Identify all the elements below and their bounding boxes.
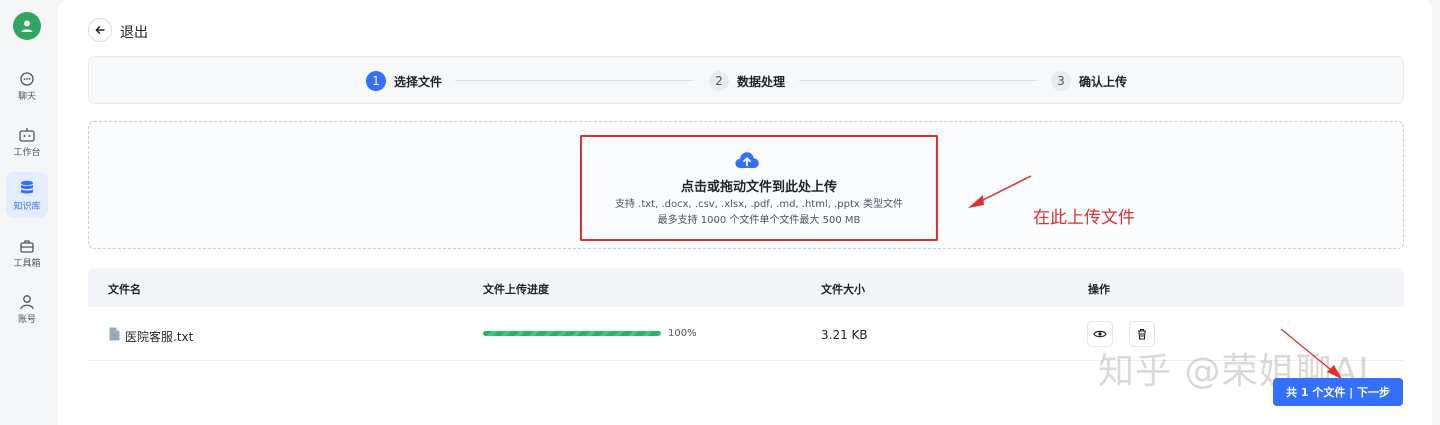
back-button[interactable] [88,18,112,42]
upload-limits: 最多支持 1000 个文件单个文件最大 500 MB [657,215,861,226]
step-label: 选择文件 [394,74,443,89]
step-3: 3 确认上传 [1051,71,1127,91]
file-icon [109,327,120,341]
toolbox-icon [20,239,34,253]
sidebar-item-knowledge-base[interactable]: 知识库 [6,172,48,218]
cloud-upload-icon [735,152,759,168]
main-panel: 退出 1 选择文件 2 数据处理 3 确认上传 点击或拖动文件到此处上传 支持 … [58,0,1432,425]
step-number: 3 [1051,71,1071,91]
exit-label[interactable]: 退出 [120,22,148,42]
sidebar-item-label: 聊天 [17,91,36,102]
robot-icon [19,127,35,142]
annotation-arrow-icon [968,175,1032,208]
eye-icon [1093,330,1107,338]
database-icon [21,180,33,193]
step-connector [455,80,693,81]
step-connector [799,80,1037,81]
user-avatar-icon [21,20,33,32]
trash-icon [1138,328,1146,340]
sidebar-item-account[interactable]: 账号 [6,286,48,332]
chat-icon [20,71,34,86]
file-table-header: 文件名 文件上传进度 文件大小 操作 [88,268,1404,307]
avatar[interactable] [13,12,41,40]
column-header-size: 文件大小 [821,283,865,296]
sidebar: 聊天 工作台 知识库 工具箱 账号 [0,0,56,425]
step-1: 1 选择文件 [366,71,442,91]
sidebar-item-label: 知识库 [13,201,41,212]
step-label: 数据处理 [737,74,786,89]
annotation-arrow-icon [1280,328,1342,379]
upload-title: 点击或拖动文件到此处上传 [680,180,837,195]
step-label: 确认上传 [1079,74,1128,89]
progress-percent: 100% [668,328,697,339]
sidebar-item-chat[interactable]: 聊天 [6,63,48,109]
arrow-left-icon [95,26,105,34]
file-size: 3.21 KB [821,328,868,342]
column-header-progress: 文件上传进度 [483,283,549,296]
column-header-name: 文件名 [108,283,141,296]
sidebar-item-label: 账号 [17,314,36,325]
next-step-button[interactable]: 共 1 个文件 | 下一步 [1273,378,1403,406]
sidebar-item-label: 工作台 [13,147,41,158]
sidebar-item-toolbox[interactable]: 工具箱 [6,230,48,276]
step-number: 1 [366,71,386,91]
step-2: 2 数据处理 [709,71,785,91]
sidebar-item-workbench[interactable]: 工作台 [6,119,48,165]
sidebar-item-label: 工具箱 [13,258,41,269]
step-indicator: 1 选择文件 2 数据处理 3 确认上传 [88,56,1404,104]
user-icon [20,294,34,309]
column-header-actions: 操作 [1088,283,1110,296]
file-name: 医院客服.txt [125,330,194,344]
upload-formats: 支持 .txt, .docx, .csv, .xlsx, .pdf, .md, … [615,199,903,210]
step-number: 2 [709,71,729,91]
upload-progress-bar [483,331,661,336]
annotation-text: 在此上传文件 [1033,208,1135,228]
